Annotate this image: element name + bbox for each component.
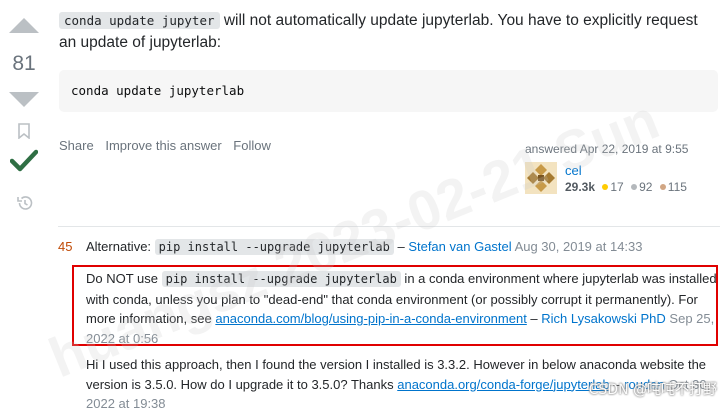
csdn-watermark: CSDN @吨吨不打野: [588, 382, 717, 398]
user-name-link[interactable]: cel: [565, 163, 582, 178]
improve-answer-link[interactable]: Improve this answer: [105, 138, 221, 153]
code-block: conda update jupyterlab: [59, 70, 718, 112]
bookmark-icon[interactable]: [17, 123, 31, 144]
bronze-badge-count: 115: [667, 180, 687, 194]
comment-text: Alternative:: [86, 239, 155, 254]
comment-dash: –: [393, 239, 409, 254]
inline-code: conda update jupyter: [59, 12, 220, 29]
bronze-badge-icon: [659, 184, 666, 190]
silver-badge-count: 92: [639, 180, 653, 194]
follow-link[interactable]: Follow: [233, 138, 271, 153]
highlight-box: [72, 265, 718, 346]
comment-score: 45: [58, 239, 73, 254]
upvote-arrow-icon[interactable]: [9, 18, 39, 33]
vote-count: 81: [12, 52, 36, 75]
downvote-arrow-icon[interactable]: [9, 92, 39, 107]
post-menu: Share Improve this answer Follow: [59, 138, 279, 153]
silver-badge-icon: [631, 184, 638, 190]
answer-body: conda update jupyter will not automatica…: [59, 10, 719, 54]
share-link[interactable]: Share: [59, 138, 94, 153]
comment-date[interactable]: Aug 30, 2019 at 14:33: [515, 239, 643, 254]
gold-badge-count: 17: [610, 180, 624, 194]
avatar[interactable]: [525, 162, 557, 194]
gold-badge-icon: [602, 184, 609, 190]
reputation: 29.3k: [565, 180, 596, 194]
comment-user-link[interactable]: Stefan van Gastel: [408, 239, 511, 254]
accepted-checkmark-icon: [9, 148, 39, 177]
comment-body: Alternative: pip install --upgrade jupyt…: [86, 237, 718, 258]
comment-link[interactable]: anaconda.org/conda-forge/jupyterlab: [397, 377, 609, 392]
history-icon[interactable]: [16, 194, 34, 217]
comment-code: pip install --upgrade jupyterlab: [154, 239, 394, 255]
user-stats: 29.3k 17 92 115: [565, 180, 687, 194]
answered-timestamp: answered Apr 22, 2019 at 9:55: [525, 142, 689, 156]
user-card: answered Apr 22, 2019 at 9:55 cel 29.3k …: [525, 142, 715, 194]
comments-list: 45 Alternative: pip install --upgrade ju…: [58, 226, 720, 409]
